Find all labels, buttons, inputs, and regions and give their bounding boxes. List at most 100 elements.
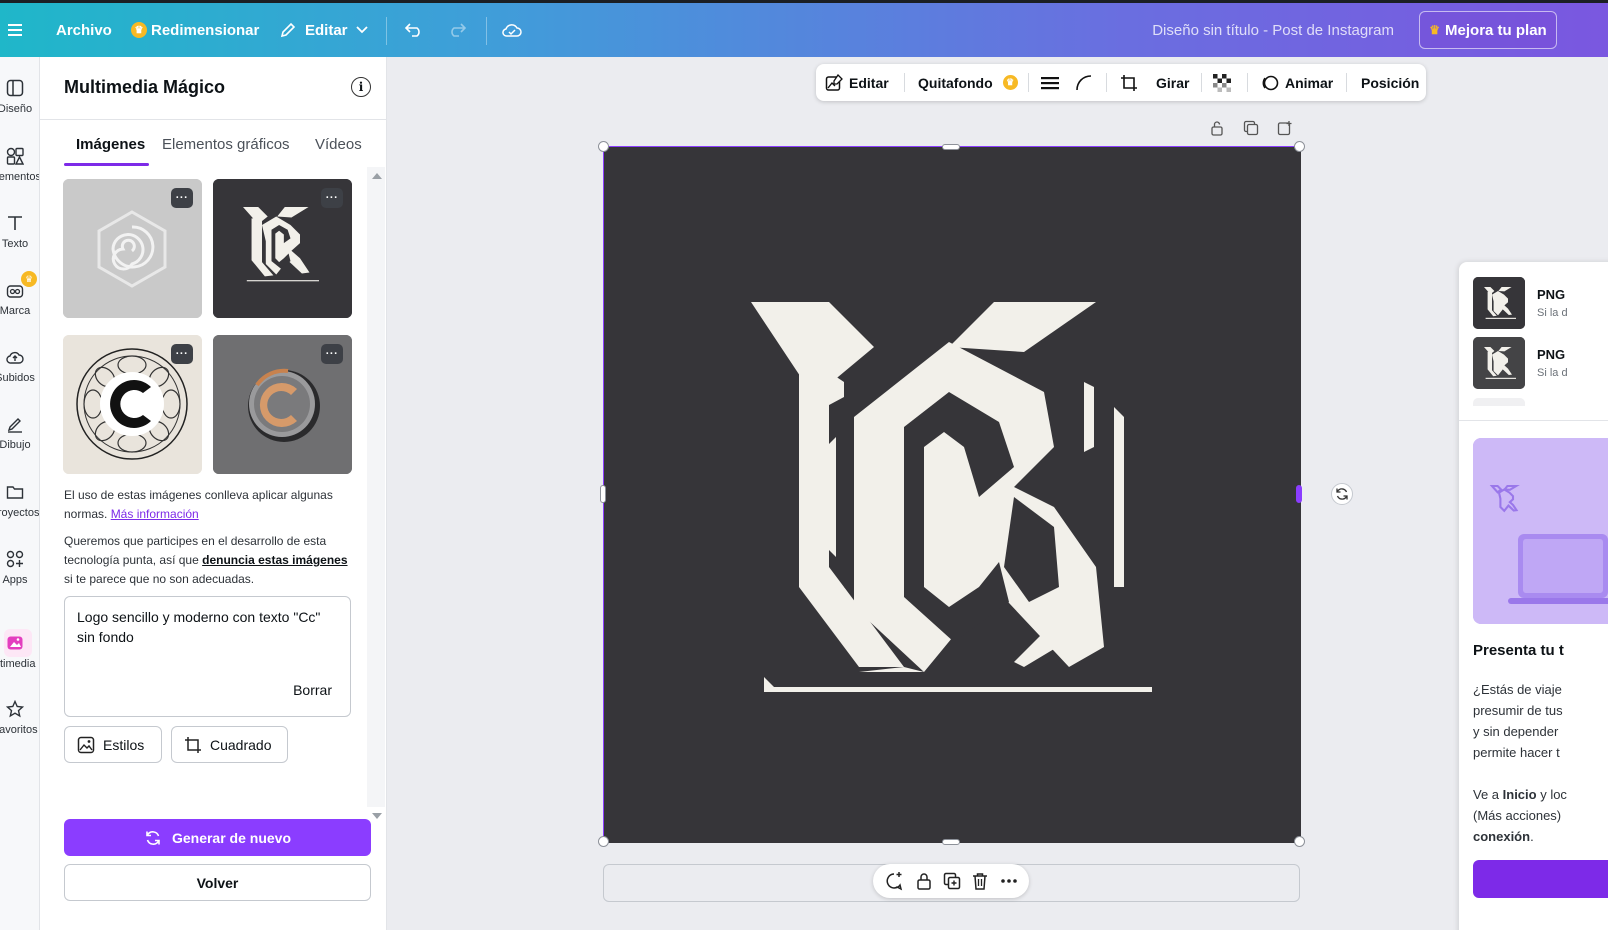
lock-icon[interactable] xyxy=(1209,120,1225,136)
resize-handle-nw[interactable] xyxy=(598,141,609,152)
shapes-icon xyxy=(6,147,24,165)
result-image-4[interactable]: ··· xyxy=(213,335,352,474)
rail-item-magic-media[interactable]: Multimedia ... xyxy=(0,634,39,670)
promo-button[interactable] xyxy=(1473,860,1608,898)
resize-handle-s[interactable] xyxy=(942,839,960,845)
report-images-link[interactable]: denuncia estas imágenes xyxy=(202,553,347,567)
resize-handle-ne[interactable] xyxy=(1294,141,1305,152)
apps-icon xyxy=(6,550,24,568)
format-button[interactable]: Cuadrado xyxy=(171,726,288,763)
tab-graphics[interactable]: Elementos gráficos xyxy=(162,136,290,153)
more-info-link[interactable]: Más información xyxy=(111,507,199,521)
prompt-text: Logo sencillo y moderno con texto "Cc" s… xyxy=(77,609,321,645)
resize-handle-sw[interactable] xyxy=(598,836,609,847)
panel-title: Multimedia Mágico xyxy=(64,77,226,97)
rail-item-favorites[interactable]: Favoritos xyxy=(0,700,39,736)
file-menu[interactable]: Archivo xyxy=(56,3,112,57)
crop-icon[interactable] xyxy=(1120,64,1138,101)
resize-handle-n[interactable] xyxy=(942,144,960,150)
position-button[interactable]: Posición xyxy=(1361,64,1419,101)
more-options-button[interactable]: ··· xyxy=(171,188,193,208)
download-option-png-2[interactable]: PNG Si la d xyxy=(1473,337,1608,389)
download-format-label: PNG xyxy=(1537,287,1566,302)
prompt-input[interactable]: Logo sencillo y moderno con texto "Cc" s… xyxy=(64,596,351,717)
rotate-icon[interactable] xyxy=(1331,483,1353,505)
crown-icon: ♛ xyxy=(131,22,147,38)
document-title[interactable]: Diseño sin título - Post de Instagram xyxy=(1152,3,1394,57)
promo-text-part: . xyxy=(1530,829,1534,844)
add-page-icon[interactable] xyxy=(1277,120,1293,136)
rail-item-uploads[interactable]: Subidos xyxy=(0,348,39,384)
add-comment-icon[interactable] xyxy=(884,871,904,891)
toolbar-divider xyxy=(1028,73,1029,92)
bg-remover-button[interactable]: Quitafondo ♛ xyxy=(918,64,1022,101)
download-option-png[interactable]: PNG Si la d xyxy=(1473,277,1608,329)
pen-icon xyxy=(7,418,22,433)
styles-button[interactable]: Estilos xyxy=(64,726,162,763)
rail-item-apps[interactable]: Apps xyxy=(0,550,39,586)
brand-icon xyxy=(6,285,24,298)
resize-handle-se[interactable] xyxy=(1294,836,1305,847)
more-options-button[interactable]: ··· xyxy=(171,344,193,364)
more-icon[interactable] xyxy=(1000,872,1018,890)
cloud-saved-icon[interactable] xyxy=(501,3,523,57)
cb-logo-graphic[interactable] xyxy=(604,147,1301,843)
rail-item-text[interactable]: Texto xyxy=(0,214,39,250)
hamburger-icon[interactable] xyxy=(8,3,24,57)
panel-scrollbar[interactable] xyxy=(367,167,385,819)
border-style-icon[interactable] xyxy=(1041,64,1059,101)
canvas-area: Editar Quitafondo ♛ Girar Animar Posició… xyxy=(387,57,1608,930)
tab-videos[interactable]: Vídeos xyxy=(315,136,362,153)
flip-button[interactable]: Girar xyxy=(1156,64,1189,101)
back-button[interactable]: Volver xyxy=(64,864,371,901)
clear-button[interactable]: Borrar xyxy=(293,680,332,700)
result-image-2[interactable]: ··· xyxy=(213,179,352,318)
resize-label: Redimensionar xyxy=(151,21,260,39)
layout-icon xyxy=(6,79,24,97)
generate-again-button[interactable]: Generar de nuevo xyxy=(64,819,371,856)
edit-image-button[interactable]: Editar xyxy=(825,64,889,101)
animate-button[interactable]: Animar xyxy=(1261,64,1333,101)
resize-button[interactable]: ♛ Redimensionar xyxy=(131,3,259,57)
tab-bar: Imágenes Elementos gráficos Vídeos xyxy=(40,119,387,166)
download-format-label: PNG xyxy=(1537,347,1566,362)
bg-remover-label: Quitafondo xyxy=(918,74,993,91)
upgrade-button[interactable]: ♛ Mejora tu plan xyxy=(1419,11,1557,49)
topbar-divider xyxy=(486,17,487,45)
rail-item-elements[interactable]: Elementos xyxy=(0,147,39,183)
toolbar-divider xyxy=(904,73,905,92)
refresh-icon xyxy=(146,830,160,845)
scroll-up-icon[interactable] xyxy=(372,173,382,179)
result-image-1[interactable]: ··· xyxy=(63,179,202,318)
toolbar-divider xyxy=(1201,73,1202,92)
lock-icon[interactable] xyxy=(915,872,933,890)
magic-media-icon xyxy=(7,636,23,650)
trash-icon[interactable] xyxy=(971,872,989,890)
edit-menu[interactable]: Editar xyxy=(279,3,368,57)
info-icon[interactable]: i xyxy=(351,77,371,97)
scroll-down-icon[interactable] xyxy=(372,813,382,819)
rail-item-design[interactable]: Diseño xyxy=(0,79,39,115)
topbar-divider xyxy=(386,17,387,45)
rail-item-brand[interactable]: Marca xyxy=(0,281,39,317)
transparency-icon[interactable] xyxy=(1213,64,1231,101)
more-options-button[interactable]: ··· xyxy=(321,344,343,364)
rail-item-draw[interactable]: Dibujo xyxy=(0,415,39,451)
promo-text-line: ¿Estás de viaje xyxy=(1473,682,1562,697)
duplicate-icon[interactable] xyxy=(943,872,961,890)
redo-icon[interactable] xyxy=(447,3,467,57)
image-icon xyxy=(77,736,95,753)
resize-handle-w[interactable] xyxy=(600,485,606,503)
edit-label: Editar xyxy=(849,74,889,91)
resize-handle-e[interactable] xyxy=(1296,485,1302,503)
rail-item-projects[interactable]: Proyectos xyxy=(0,483,39,519)
generate-label: Generar de nuevo xyxy=(171,829,292,846)
top-bar: Archivo ♛ Redimensionar Editar Diseño sin… xyxy=(0,0,1608,57)
tab-images[interactable]: Imágenes xyxy=(76,136,145,153)
undo-icon[interactable] xyxy=(404,3,424,57)
corner-rounding-icon[interactable] xyxy=(1075,64,1093,101)
design-page[interactable] xyxy=(603,146,1301,843)
duplicate-page-icon[interactable] xyxy=(1243,120,1259,136)
more-options-button[interactable]: ··· xyxy=(321,188,343,208)
magic-media-panel: Multimedia Mágico i Imágenes Elementos g… xyxy=(40,57,387,930)
